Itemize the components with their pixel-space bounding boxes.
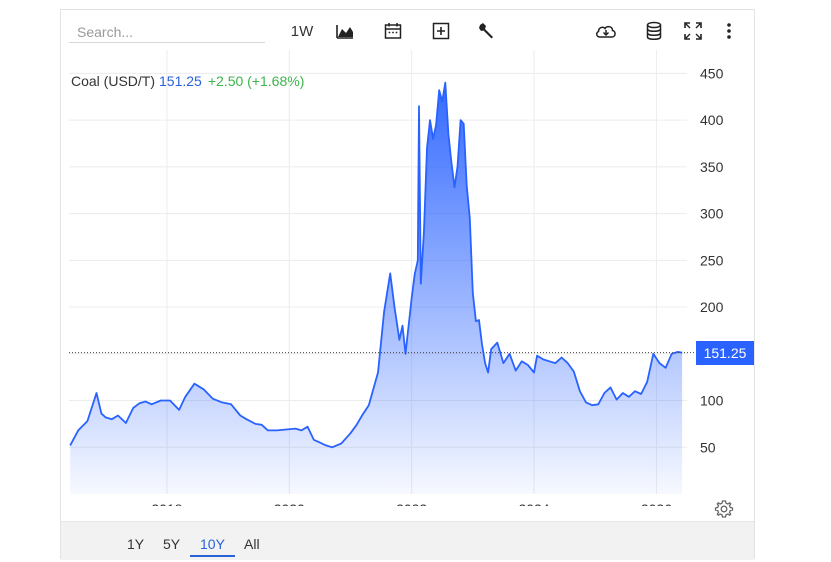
chart-area: 5010015020025030035040045020182020202220… bbox=[61, 50, 754, 506]
active-range-indicator bbox=[190, 555, 235, 557]
database-icon bbox=[646, 21, 662, 40]
y-tick-label: 400 bbox=[700, 112, 724, 128]
price-chart[interactable]: 5010015020025030035040045020182020202220… bbox=[61, 50, 754, 506]
add-indicator-icon bbox=[432, 22, 450, 40]
legend-price: 151.25 bbox=[159, 73, 202, 89]
x-tick-label: 2020 bbox=[274, 501, 305, 506]
search-input[interactable] bbox=[69, 21, 265, 43]
x-tick-label: 2024 bbox=[518, 501, 549, 506]
settings-tool-button[interactable] bbox=[477, 19, 497, 43]
y-tick-label: 450 bbox=[700, 65, 724, 81]
chart-type-icon bbox=[336, 25, 353, 39]
chart-legend: Coal (USD/T) 151.25 +2.50 (+1.68%) bbox=[71, 73, 304, 89]
y-tick-label: 250 bbox=[700, 252, 724, 268]
toolbar: 1W bbox=[61, 10, 754, 50]
y-tick-label: 50 bbox=[700, 439, 716, 455]
chart-widget: 1W bbox=[60, 9, 755, 560]
legend-symbol: Coal (USD/T) bbox=[71, 73, 156, 89]
x-tick-label: 2018 bbox=[151, 501, 182, 506]
wrench-icon bbox=[479, 23, 493, 39]
gear-icon bbox=[714, 500, 734, 518]
fullscreen-icon bbox=[684, 22, 702, 40]
range-5y-button[interactable]: 5Y bbox=[163, 536, 180, 552]
last-price-tag: 151.25 bbox=[696, 340, 754, 365]
range-1y-button[interactable]: 1Y bbox=[127, 536, 144, 552]
add-indicator-button[interactable] bbox=[431, 19, 451, 43]
download-button[interactable] bbox=[594, 19, 618, 43]
y-tick-label: 200 bbox=[700, 299, 724, 315]
y-tick-label: 300 bbox=[700, 206, 724, 222]
y-tick-label: 100 bbox=[700, 393, 724, 409]
x-tick-label: 2026 bbox=[641, 501, 672, 506]
range-10y-button[interactable]: 10Y bbox=[200, 536, 225, 552]
calendar-icon bbox=[384, 23, 402, 39]
range-all-button[interactable]: All bbox=[244, 536, 260, 552]
fullscreen-button[interactable] bbox=[683, 19, 703, 43]
date-range-button[interactable] bbox=[383, 19, 403, 43]
more-vertical-icon bbox=[727, 23, 731, 39]
x-tick-label: 2022 bbox=[396, 501, 427, 506]
period-button[interactable]: 1W bbox=[289, 19, 315, 43]
more-button[interactable] bbox=[721, 19, 737, 43]
data-button[interactable] bbox=[644, 19, 664, 43]
legend-change: +2.50 (+1.68%) bbox=[207, 73, 305, 89]
range-selector: 1Y 5Y 10Y All bbox=[61, 521, 754, 560]
chart-settings-button[interactable] bbox=[714, 499, 734, 519]
cloud-download-icon bbox=[595, 25, 616, 38]
chart-type-button[interactable] bbox=[335, 19, 355, 43]
y-tick-label: 350 bbox=[700, 159, 724, 175]
price-area-fill bbox=[70, 82, 683, 494]
